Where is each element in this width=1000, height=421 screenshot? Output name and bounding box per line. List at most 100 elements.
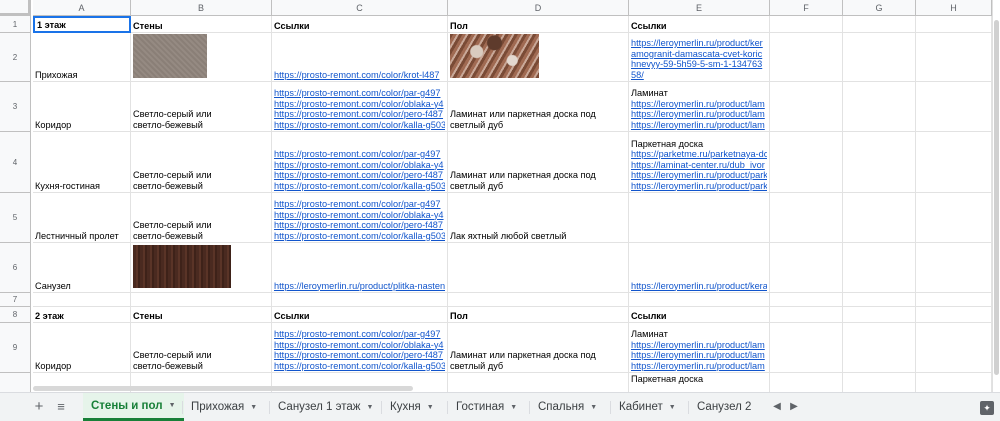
cell-d3[interactable]: Ламинат или паркетная доска под светлый д…	[448, 82, 629, 132]
column-header-f[interactable]: F	[770, 0, 843, 16]
cell-link[interactable]: amogranit-damascata-cvet-koric	[631, 49, 767, 60]
vertical-scroll-thumb[interactable]	[994, 20, 999, 375]
cell-c4[interactable]: https://prosto-remont.com/color/par-g497…	[272, 132, 448, 193]
cell-link[interactable]: https://leroymerlin.ru/product/lam	[631, 350, 767, 361]
cell-h5[interactable]	[916, 193, 992, 243]
column-header-d[interactable]: D	[448, 0, 629, 16]
cell-d7[interactable]	[448, 293, 629, 307]
cell-e3[interactable]: Ламинат https://leroymerlin.ru/product/la…	[629, 82, 770, 132]
sheet-tab[interactable]: Санузел 2	[689, 393, 759, 421]
column-header-b[interactable]: B	[131, 0, 272, 16]
sheet-tab[interactable]: Стены и пол ▼	[83, 393, 184, 421]
cell-link[interactable]: https://prosto-remont.com/color/oblaka-y…	[274, 160, 445, 171]
cell-b4[interactable]: Светло-серый или светло-бежевый	[131, 132, 272, 193]
cell-d6[interactable]	[448, 243, 629, 293]
cell-link[interactable]: https://prosto-remont.com/color/pero-f48…	[274, 109, 445, 120]
cell-link[interactable]: https://prosto-remont.com/color/kalla-g5…	[274, 231, 445, 242]
cell-f8[interactable]	[770, 307, 843, 323]
cell-link[interactable]: https://prosto-remont.com/color/pero-f48…	[274, 170, 445, 181]
cell-g2[interactable]	[843, 33, 916, 82]
row-header[interactable]: 8	[0, 307, 31, 323]
column-header-a[interactable]: A	[33, 0, 131, 16]
column-header-g[interactable]: G	[843, 0, 916, 16]
cell-d8[interactable]: Пол	[448, 307, 629, 323]
column-header-c[interactable]: C	[272, 0, 448, 16]
scroll-tabs-left-icon[interactable]: ◀	[770, 399, 784, 415]
cell-fnext[interactable]	[770, 373, 843, 392]
cell-a1[interactable]: 1 этаж	[33, 16, 131, 33]
row-header[interactable]: 4	[0, 132, 31, 193]
cell-c8[interactable]: Ссылки	[272, 307, 448, 323]
cell-g8[interactable]	[843, 307, 916, 323]
cell-f4[interactable]	[770, 132, 843, 193]
cell-a2[interactable]: Прихожая	[33, 33, 131, 82]
cell-e1[interactable]: Ссылки	[629, 16, 770, 33]
floor-texture-image-d2[interactable]	[450, 34, 539, 78]
cell-e5[interactable]	[629, 193, 770, 243]
cell-link[interactable]: https://leroymerlin.ru/product/ker	[631, 38, 767, 49]
cell-h8[interactable]	[916, 307, 992, 323]
cell-f1[interactable]	[770, 16, 843, 33]
cell-a7[interactable]	[33, 293, 131, 307]
cell-link[interactable]: https://leroymerlin.ru/product/lam	[631, 340, 767, 351]
sheet-tab[interactable]: Кабинет ▼	[611, 393, 684, 421]
cell-a9[interactable]: Коридор	[33, 323, 131, 373]
tab-dropdown-icon[interactable]: ▼	[510, 404, 517, 411]
cell-link[interactable]: https://prosto-remont.com/color/oblaka-y…	[274, 340, 445, 351]
cell-link[interactable]: https://prosto-remont.com/color/oblaka-y…	[274, 210, 445, 221]
row-header[interactable]: 3	[0, 82, 31, 132]
cell-f2[interactable]	[770, 33, 843, 82]
cell-link[interactable]: https://prosto-remont.com/color/oblaka-y…	[274, 99, 445, 110]
cell-link[interactable]: https://prosto-remont.com/color/pero-f48…	[274, 220, 445, 231]
cell-d5[interactable]: Лак яхтный любой светлый	[448, 193, 629, 243]
cell-link[interactable]: https://laminat-center.ru/dub_ivor	[631, 160, 767, 171]
cell-e6[interactable]: https://leroymerlin.ru/product/kera	[629, 243, 770, 293]
sheet-tab[interactable]: Кухня ▼	[382, 393, 442, 421]
cell-f5[interactable]	[770, 193, 843, 243]
cell-link[interactable]: https://leroymerlin.ru/product/kera	[631, 281, 767, 292]
cell-h6[interactable]	[916, 243, 992, 293]
cell-link[interactable]: https://leroymerlin.ru/product/lam	[631, 361, 767, 372]
row-header[interactable]: 1	[0, 16, 31, 33]
cell-gnext[interactable]	[843, 373, 916, 392]
select-all-corner[interactable]	[0, 0, 31, 16]
cell-e4[interactable]: Паркетная доска https://parketme.ru/parke…	[629, 132, 770, 193]
row-header[interactable]: 9	[0, 323, 31, 373]
cell-f3[interactable]	[770, 82, 843, 132]
cell-a3[interactable]: Коридор	[33, 82, 131, 132]
cell-c6[interactable]: https://leroymerlin.ru/product/plitka-na…	[272, 243, 448, 293]
cell-link[interactable]: https://prosto-remont.com/color/kalla-g5…	[274, 181, 445, 192]
cell-b8[interactable]: Стены	[131, 307, 272, 323]
sheet-tab[interactable]: Санузел 1 этаж ▼	[270, 393, 381, 421]
cell-g5[interactable]	[843, 193, 916, 243]
cell-g3[interactable]	[843, 82, 916, 132]
cell-h2[interactable]	[916, 33, 992, 82]
tab-dropdown-icon[interactable]: ▼	[590, 404, 597, 411]
cell-link[interactable]: 58/	[631, 70, 767, 81]
cell-link[interactable]: https://leroymerlin.ru/product/park	[631, 170, 767, 181]
wall-texture-image-b2[interactable]	[133, 34, 207, 78]
cell-link[interactable]: https://prosto-remont.com/color/par-g497	[274, 199, 445, 210]
sheet-tab[interactable]: Спальня ▼	[530, 393, 605, 421]
cell-a5[interactable]: Лестничный пролет	[33, 193, 131, 243]
tab-dropdown-icon[interactable]: ▼	[366, 404, 373, 411]
cell-f7[interactable]	[770, 293, 843, 307]
horizontal-scrollbar[interactable]	[33, 386, 413, 391]
cell-e2[interactable]: https://leroymerlin.ru/product/ker amogra…	[629, 33, 770, 82]
cell-h1[interactable]	[916, 16, 992, 33]
cell-d4[interactable]: Ламинат или паркетная доска под светлый д…	[448, 132, 629, 193]
scroll-tabs-right-icon[interactable]: ▶	[787, 399, 801, 415]
all-sheets-menu-icon[interactable]: ≡	[51, 397, 71, 417]
cell-d9[interactable]: Ламинат или паркетная доска под светлый д…	[448, 323, 629, 373]
cell-link[interactable]: https://prosto-remont.com/color/par-g497	[274, 88, 445, 99]
cell-b3[interactable]: Светло-серый или светло-бежевый	[131, 82, 272, 132]
sheet-tab[interactable]: Прихожая ▼	[183, 393, 265, 421]
cell-g9[interactable]	[843, 323, 916, 373]
cell-link[interactable]: https://parketme.ru/parketnaya-do	[631, 149, 767, 160]
vertical-scrollbar[interactable]	[992, 0, 1000, 392]
cell-c9[interactable]: https://prosto-remont.com/color/par-g497…	[272, 323, 448, 373]
cell-link[interactable]: https://prosto-remont.com/color/kalla-g5…	[274, 120, 445, 131]
cell-f9[interactable]	[770, 323, 843, 373]
cell-link[interactable]: https://leroymerlin.ru/product/plitka-na…	[274, 281, 445, 292]
spreadsheet-grid[interactable]: ABCDEFGH 123456789 1 этаж Стены Ссылки Пол С…	[0, 0, 992, 392]
